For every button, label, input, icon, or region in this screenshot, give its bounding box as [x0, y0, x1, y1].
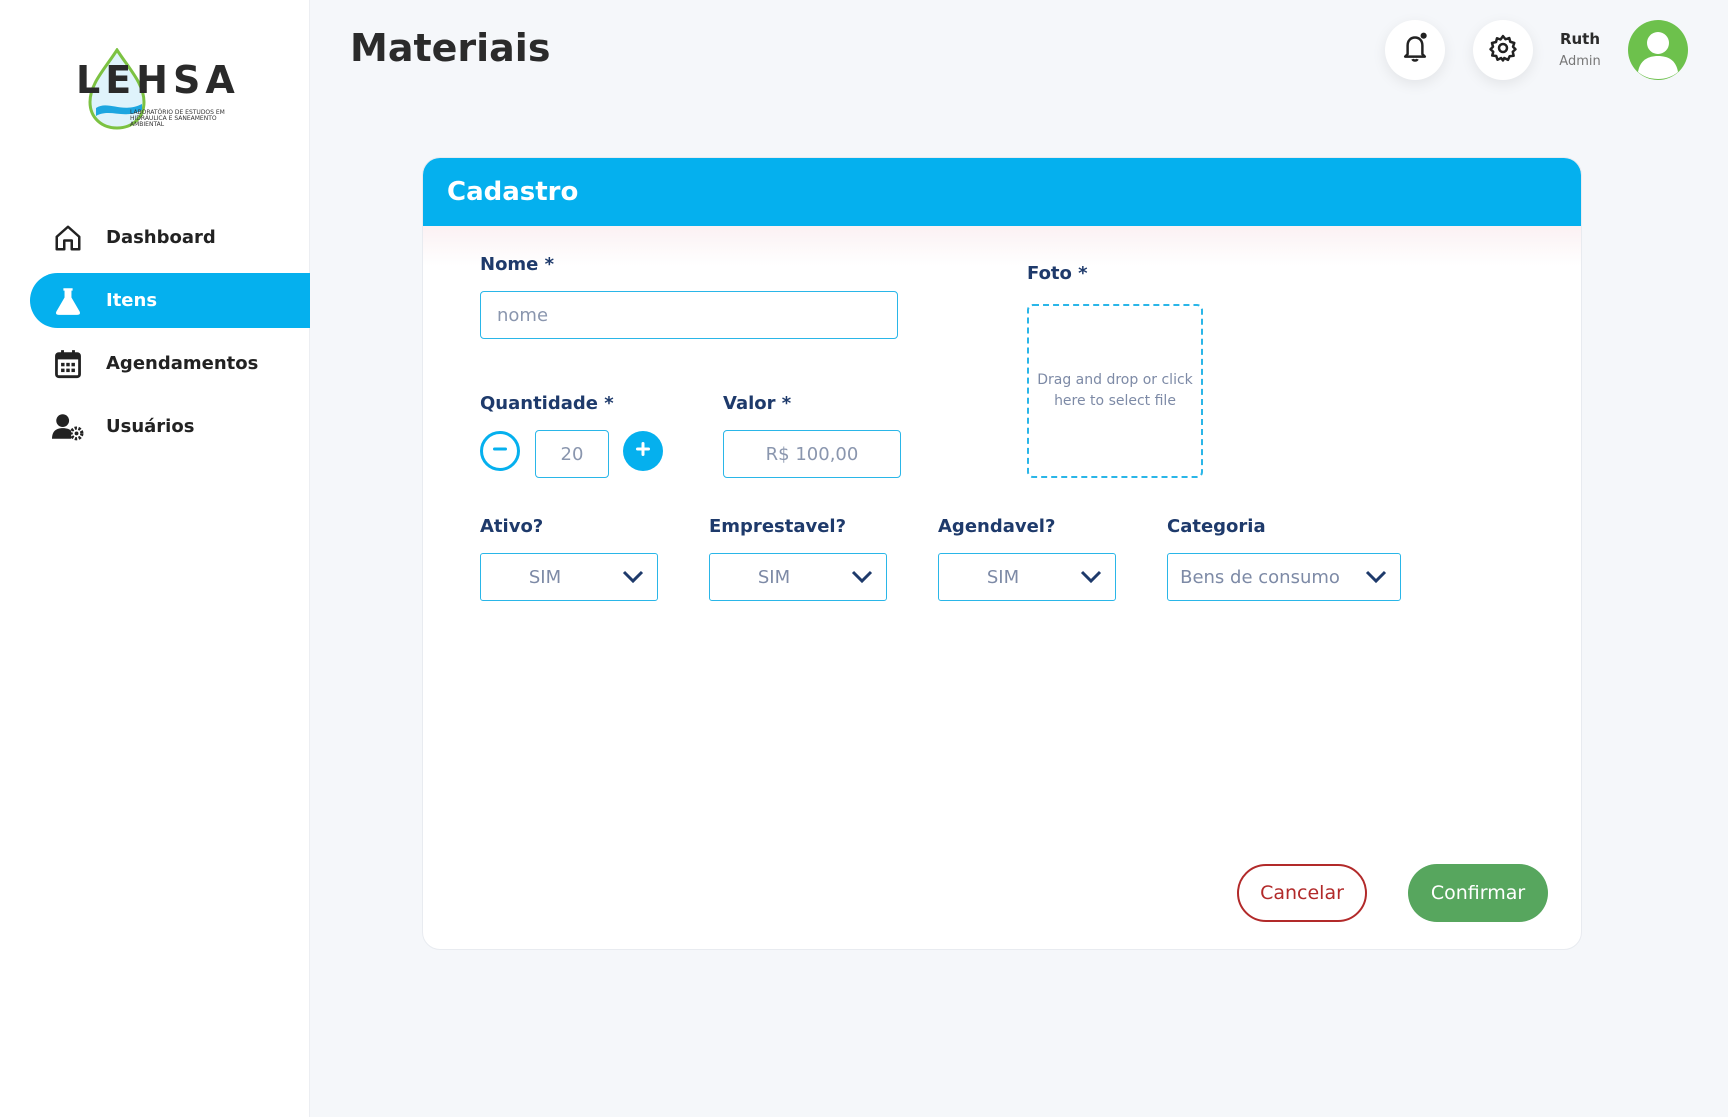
flask-icon — [52, 285, 84, 317]
emprestavel-select[interactable]: SIM — [709, 553, 887, 601]
lehsa-logo[interactable]: LEHSA LABORATÓRIO DE ESTUDOS EM HIDRÁULI… — [72, 48, 242, 130]
ativo-label: Ativo? — [480, 516, 544, 537]
nome-input[interactable]: nome — [480, 291, 898, 339]
quantidade-input[interactable]: 20 — [535, 430, 609, 478]
agendavel-select[interactable]: SIM — [938, 553, 1116, 601]
chevron-down-icon — [838, 570, 886, 584]
page-title: Materiais — [350, 26, 551, 70]
ativo-value: SIM — [528, 566, 562, 588]
emprestavel-value: SIM — [757, 566, 791, 588]
foto-dropzone[interactable]: Drag and drop or click here to select fi… — [1027, 304, 1203, 478]
categoria-select[interactable]: Bens de consumo — [1167, 553, 1401, 601]
sidebar-nav: Dashboard Itens Agendamentos Usuários — [30, 210, 310, 462]
quantidade-value: 20 — [560, 443, 584, 465]
user-role: Admin — [1559, 54, 1601, 69]
sidebar-item-dashboard[interactable]: Dashboard — [30, 210, 310, 265]
card-title: Cadastro — [447, 177, 579, 207]
nome-placeholder: nome — [497, 304, 549, 326]
sidebar-item-agendamentos[interactable]: Agendamentos — [30, 336, 310, 391]
user-settings-icon — [52, 411, 84, 443]
minus-icon — [490, 439, 510, 463]
dropzone-text: Drag and drop or click here to select fi… — [1037, 372, 1193, 409]
quantidade-label: Quantidade * — [480, 393, 614, 414]
increment-button[interactable] — [623, 431, 663, 471]
agendavel-label: Agendavel? — [938, 516, 1056, 537]
sidebar-item-label: Agendamentos — [106, 353, 259, 374]
cadastro-card: Cadastro Nome * nome Quantidade * 20 Val… — [422, 157, 1582, 950]
emprestavel-label: Emprestavel? — [709, 516, 847, 537]
card-header-shadow — [423, 226, 1581, 266]
categoria-value: Bens de consumo — [1180, 566, 1340, 588]
gear-icon — [1488, 33, 1518, 67]
user-avatar-icon — [1638, 32, 1678, 79]
settings-button[interactable] — [1473, 20, 1533, 80]
user-name: Ruth — [1559, 30, 1601, 48]
chevron-down-icon — [1067, 570, 1115, 584]
card-header: Cadastro — [423, 158, 1581, 226]
agendavel-value: SIM — [986, 566, 1020, 588]
sidebar-item-usuarios[interactable]: Usuários — [30, 399, 310, 454]
sidebar-item-label: Dashboard — [106, 227, 216, 248]
sidebar: LEHSA LABORATÓRIO DE ESTUDOS EM HIDRÁULI… — [0, 0, 310, 1117]
logo-text: LEHSA — [76, 58, 240, 102]
calendar-icon — [52, 348, 84, 380]
chevron-down-icon — [1352, 570, 1400, 584]
sidebar-item-label: Usuários — [106, 416, 195, 437]
avatar[interactable] — [1628, 20, 1688, 80]
nome-label: Nome * — [480, 254, 555, 275]
confirm-button[interactable]: Confirmar — [1408, 864, 1548, 922]
logo-subtitle: LABORATÓRIO DE ESTUDOS EM HIDRÁULICA E S… — [130, 109, 225, 128]
home-icon — [52, 222, 84, 254]
valor-input[interactable]: R$ 100,00 — [723, 430, 901, 478]
foto-label: Foto * — [1027, 263, 1088, 284]
categoria-label: Categoria — [1167, 516, 1266, 537]
decrement-button[interactable] — [480, 431, 520, 471]
sidebar-item-label: Itens — [106, 290, 158, 311]
valor-value: R$ 100,00 — [765, 443, 859, 465]
chevron-down-icon — [609, 570, 657, 584]
valor-label: Valor * — [723, 393, 792, 414]
notifications-button[interactable] — [1385, 20, 1445, 80]
sidebar-item-itens[interactable]: Itens — [30, 273, 310, 328]
plus-icon — [633, 439, 653, 463]
bell-icon — [1400, 32, 1430, 68]
ativo-select[interactable]: SIM — [480, 553, 658, 601]
cancel-button[interactable]: Cancelar — [1237, 864, 1367, 922]
